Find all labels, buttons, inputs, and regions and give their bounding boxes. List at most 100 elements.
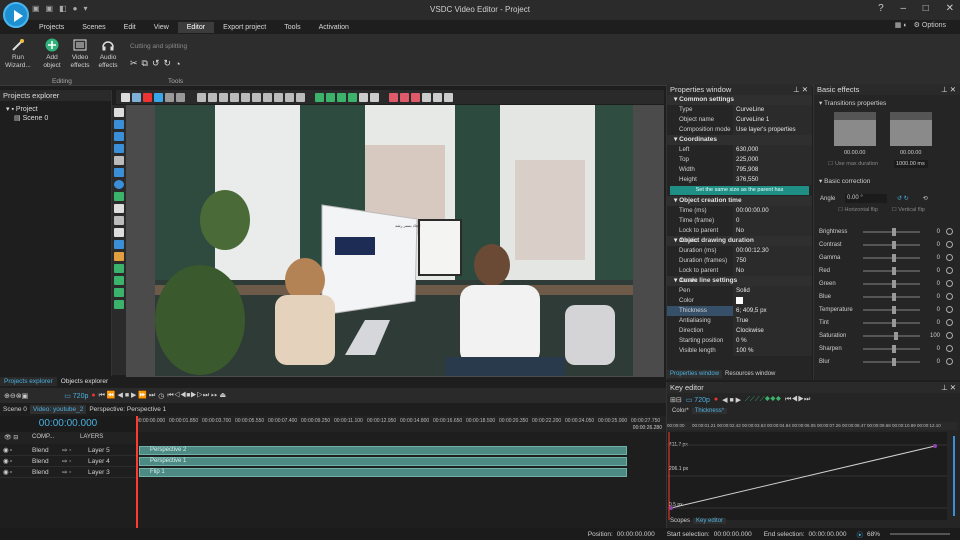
slider-blue[interactable]: Blue 0 [814,290,960,303]
slider-saturation[interactable]: Saturation 100 [814,329,960,342]
transition-preview-b[interactable] [890,112,932,146]
eye-icon[interactable]: ◉ [0,446,10,454]
slider-red[interactable]: Red 0 [814,264,960,277]
rotate-left-icon[interactable]: ↺ [152,58,160,69]
snap-icon[interactable] [389,92,398,102]
drawing-duration-section[interactable]: ▾ Object drawing duration [667,236,812,246]
ellipse-tool-icon[interactable] [114,180,124,189]
mask-tool-icon[interactable] [114,264,124,273]
key-curve-tools-icon[interactable]: ⟋⟋⟋⟋◆◆◆ [745,396,781,404]
slider-track[interactable] [863,318,920,327]
prop-left[interactable]: Left 630,000 [667,145,812,155]
reset-icon[interactable] [946,267,953,274]
tab-properties-window[interactable]: Properties window [667,370,723,378]
reset-icon[interactable] [946,228,953,235]
add-object-button[interactable]: Add object [38,38,66,70]
select-icon[interactable] [121,92,130,102]
slider-track[interactable] [863,292,920,301]
menu-scenes[interactable]: Scenes [73,22,114,33]
blend-mode[interactable]: Blend [22,458,62,465]
timeline-ruler[interactable]: 00:00:00.000 00:00:01.850 00:00:03.700 00:0… [136,416,666,432]
zoom-fit-icon[interactable]: ⦿ [856,529,863,539]
reset-icon[interactable] [946,345,953,352]
horizontal-flip-checkbox[interactable]: ☐ Horizontal flip [838,207,878,213]
coordinates-section[interactable]: ▾ Coordinates [667,135,812,145]
text-tool-icon[interactable] [114,204,124,213]
prop-duration-ms[interactable]: Duration (ms) 00:00:12.30 [667,246,812,256]
subtitles-tool-icon[interactable] [114,216,124,225]
options-area[interactable]: ▦ ◐ ⚙ Options [895,21,946,30]
menu-tools[interactable]: Tools [275,22,309,33]
grid-icon[interactable] [197,92,206,102]
menu-edit[interactable]: Edit [115,22,145,33]
lock-icon[interactable]: ▫ [10,458,22,465]
lock-icon[interactable]: ▫ [10,447,22,454]
prop-composition-mode[interactable]: Composition mode Use layer's properties [667,125,812,135]
track-header[interactable]: ◉ ▫ Blend ⇨ ◦ Layer 5 [0,445,136,456]
align-center-icon[interactable] [219,92,228,102]
menu-view[interactable]: View [145,22,178,33]
reset-icon[interactable] [946,319,953,326]
window-controls[interactable]: ? – □ ✕ [864,3,954,14]
align-right-icon[interactable] [230,92,239,102]
tab-objects-explorer[interactable]: Objects explorer [57,377,112,386]
tab-scene-0[interactable]: Scene 0 [0,405,30,414]
pointer-tool-icon[interactable] [114,108,124,117]
shape-icon[interactable] [154,92,163,102]
curve-settings-section[interactable]: ▾ Curve line settings [667,276,812,286]
move-up-icon[interactable] [315,92,324,102]
project-tree-root[interactable]: ▾ ▪ Project [0,101,111,113]
slider-thumb[interactable] [891,279,896,288]
slider-green[interactable]: Green 0 [814,277,960,290]
timeline-clip[interactable]: Perspective 1 [139,457,627,466]
reset-icon[interactable] [946,280,953,287]
slider-thumb[interactable] [891,292,896,301]
slider-thumb[interactable] [891,253,896,262]
prop-time-ms[interactable]: Time (ms) 00:00:00.00 [667,206,812,216]
line-tool-icon[interactable] [114,156,124,165]
slider-sharpen[interactable]: Sharpen 0 [814,342,960,355]
playhead[interactable] [136,416,138,528]
cutting-splitting-button[interactable]: Cutting and splitting [130,43,187,50]
menu-editor[interactable]: Editor [177,21,215,33]
slider-track[interactable] [863,227,920,236]
clock-icon[interactable]: ◷ [158,392,164,400]
slider-track[interactable] [863,344,920,353]
slider-thumb[interactable] [891,318,896,327]
playback-tool-icon[interactable] [114,288,124,297]
video-preview[interactable]: ایجاد بستر رشد [155,105,633,376]
effects-tool-icon[interactable] [114,276,124,285]
eye-icon[interactable]: ◉ [0,457,10,465]
blend-mode[interactable]: Blend [22,469,62,476]
same-size-button[interactable]: Set the same size as the parent has [670,186,809,195]
slider-thumb[interactable] [891,357,896,366]
slider-thumb[interactable] [894,331,899,340]
menu-projects[interactable]: Projects [30,22,73,33]
quality-dropdown[interactable]: ▭ 720p [64,392,88,400]
tab-perspective[interactable]: Perspective: Perspective 1 [86,405,169,414]
undo-icon[interactable] [165,92,174,102]
playback-controls[interactable]: ⏮ ⏪ ◀ ■ ▶ ⏩ ⏭ [99,391,156,400]
slider-thumb[interactable] [891,227,896,236]
rectangle-tool-icon[interactable] [114,168,124,177]
tab-key-color[interactable]: Color* [669,408,692,414]
minimize-icon[interactable]: – [900,3,906,14]
close-icon[interactable]: ✕ [946,3,954,14]
help-icon[interactable]: ? [878,3,884,14]
same-height-icon[interactable] [296,92,305,102]
prop-width[interactable]: Width 795,908 [667,165,812,175]
prop-direction[interactable]: Direction Clockwise [667,326,812,336]
slider-track[interactable] [863,357,920,366]
slider-temperature[interactable]: Temperature 0 [814,303,960,316]
prop-antialiasing[interactable]: Antialiasing True [667,316,812,326]
slider-thumb[interactable] [891,305,896,314]
rotate-right-icon[interactable]: ↻ [164,58,172,69]
prop-visible-length[interactable]: Visible length 100 % [667,346,812,356]
timeline-clip[interactable]: Flip 1 [139,468,627,477]
slider-track[interactable] [863,266,920,275]
prop-lock-parent[interactable]: Lock to parent duraticNo [667,226,812,244]
slider-track[interactable] [863,253,920,262]
slider-track[interactable] [863,305,920,314]
speed-icon[interactable]: ◔ [175,59,180,69]
prop-lock-parent-2[interactable]: Lock to parent duraticNo [667,266,812,284]
